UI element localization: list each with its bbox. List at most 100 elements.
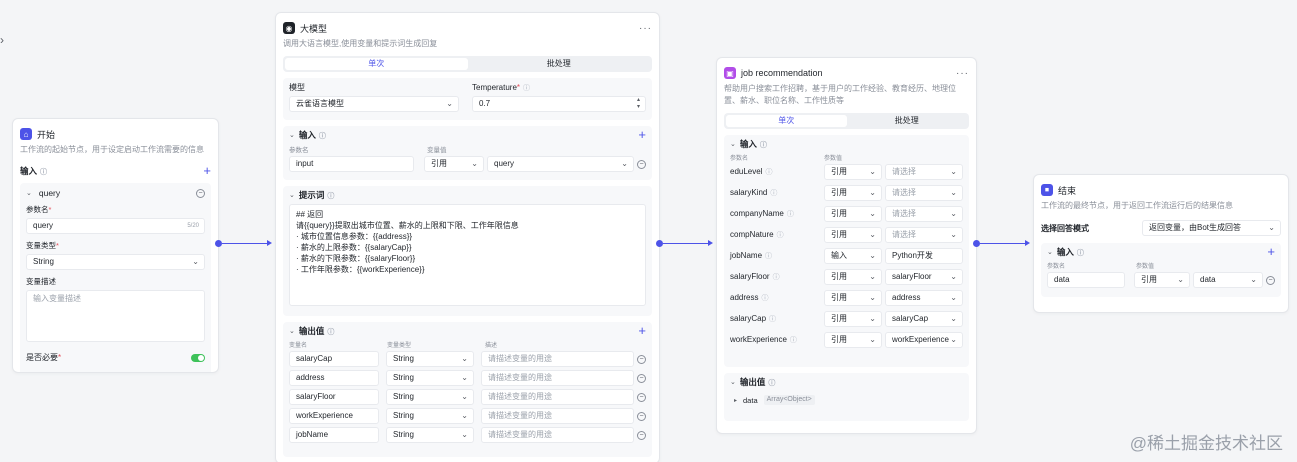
workflow-canvas[interactable]: › ⌂ 开始 工作流的起始节点，用于设定启动工作流需要的信息 输入 ⓘ + ⌄ q… (0, 0, 1297, 462)
chevron-down-icon[interactable]: ⌄ (289, 327, 295, 335)
param-name-input[interactable]: query 5/20 (26, 218, 205, 234)
input-mode-select[interactable]: 引用 ⌄ (824, 332, 882, 348)
output-type-select[interactable]: String ⌄ (386, 370, 474, 386)
input-value-field[interactable]: workExperience ⌄ (885, 332, 963, 348)
input-value-field[interactable]: 请选择 ⌄ (885, 206, 963, 222)
remove-output-button[interactable]: − (637, 411, 646, 421)
type-select[interactable]: String ⌄ (26, 254, 205, 270)
output-type-select[interactable]: String ⌄ (386, 408, 474, 424)
input-value-field[interactable]: Python开发 (885, 248, 963, 264)
output-desc-input[interactable]: 请描述变量的用途 (481, 408, 634, 424)
chevron-right-icon[interactable]: › (0, 33, 10, 47)
chevron-down-icon: ⌄ (869, 272, 876, 281)
chevron-down-icon[interactable]: ⌄ (289, 191, 295, 199)
input-name-field[interactable]: data (1047, 272, 1125, 288)
model-select[interactable]: 云雀语言模型 ⌄ (289, 96, 459, 112)
tab-single[interactable]: 单次 (285, 58, 468, 70)
remove-output-button[interactable]: − (637, 392, 646, 402)
llm-node[interactable]: ◉ 大模型 ··· 调用大语言模型,使用变量和提示词生成回复 单次 批处理 模型… (275, 12, 660, 462)
job-recommendation-node[interactable]: ▣ job recommendation ··· 帮助用户搜索工作招聘，基于用户… (716, 57, 977, 434)
tab-batch[interactable]: 批处理 (468, 58, 651, 70)
add-input-button[interactable]: + (1267, 245, 1275, 258)
node-title: 开始 (37, 129, 56, 140)
output-type-select[interactable]: String ⌄ (386, 389, 474, 405)
mode-select[interactable]: 返回变量，由Bot生成回答 ⌄ (1142, 220, 1281, 236)
edge (663, 243, 709, 244)
input-mode-select[interactable]: 引用 ⌄ (824, 185, 882, 201)
input-mode-select[interactable]: 引用 ⌄ (1134, 272, 1190, 288)
caret-right-icon[interactable]: ▸ (734, 397, 737, 404)
input-mode-select[interactable]: 引用 ⌄ (824, 311, 882, 327)
input-mode-select[interactable]: 引用 ⌄ (424, 156, 484, 172)
input-value-field[interactable]: 请选择 ⌄ (885, 185, 963, 201)
tab-batch[interactable]: 批处理 (847, 115, 968, 127)
output-desc-input[interactable]: 请描述变量的用途 (481, 389, 634, 405)
desc-textarea[interactable]: 输入变量描述 (26, 290, 205, 342)
input-mode-select[interactable]: 引用 ⌄ (824, 164, 882, 180)
chevron-down-icon: ⌄ (1250, 275, 1257, 284)
output-desc-input[interactable]: 请描述变量的用途 (481, 370, 634, 386)
output-type-select[interactable]: String ⌄ (386, 427, 474, 443)
more-icon[interactable]: ··· (956, 68, 969, 79)
prompt-editor[interactable]: ## 返回 请{{query}}提取出城市位置、薪水的上限和下限、工作年限信息 … (289, 204, 646, 306)
remove-output-button[interactable]: − (637, 430, 646, 440)
chevron-down-icon: ⌄ (869, 230, 876, 239)
prompt-line: · 工作年限参数：{{workExperience}} (296, 265, 425, 274)
required-label: 是否必要* (26, 353, 62, 362)
chevron-down-icon: ⌄ (869, 335, 876, 344)
add-input-button[interactable]: + (203, 164, 211, 177)
input-value-field[interactable]: address ⌄ (885, 290, 963, 306)
input-value-select[interactable]: data ⌄ (1193, 272, 1263, 288)
remove-output-button[interactable]: − (637, 354, 646, 364)
input-mode-select[interactable]: 输入 ⌄ (824, 248, 882, 264)
remove-input-button[interactable]: − (637, 159, 646, 169)
chevron-down-icon[interactable]: ⌄ (730, 378, 736, 386)
output-name-field[interactable]: salaryFloor (289, 389, 379, 405)
output-name-field[interactable]: workExperience (289, 408, 379, 424)
remove-output-button[interactable]: − (637, 373, 646, 383)
chevron-down-icon[interactable]: ⌄ (1047, 248, 1053, 256)
output-name-field[interactable]: salaryCap (289, 351, 379, 367)
temperature-input[interactable]: 0.7 ▴ ▾ (472, 95, 646, 112)
add-output-button[interactable]: + (638, 324, 646, 337)
chevron-down-icon[interactable]: ⌄ (26, 189, 32, 197)
more-icon[interactable]: ··· (639, 23, 652, 34)
input-mode-select[interactable]: 引用 ⌄ (824, 269, 882, 285)
input-value-select[interactable]: query ⌄ (487, 156, 634, 172)
output-desc-input[interactable]: 请描述变量的用途 (481, 427, 634, 443)
required-toggle[interactable] (191, 353, 205, 362)
input-name-field[interactable]: input (289, 156, 414, 172)
output-port[interactable] (215, 240, 222, 247)
input-label: 输入 ⓘ (20, 166, 48, 176)
end-node[interactable]: ⏹ 结束 工作流的最终节点，用于返回工作流运行后的结果信息 选择回答模式 返回变… (1033, 174, 1289, 313)
remove-input-button[interactable]: − (1266, 275, 1275, 285)
info-icon: ⓘ (40, 169, 48, 176)
output-port[interactable] (973, 240, 980, 247)
input-mode-select[interactable]: 引用 ⌄ (824, 206, 882, 222)
chevron-down-icon[interactable]: ⌄ (730, 140, 736, 148)
home-icon: ⌂ (20, 128, 32, 140)
output-port[interactable] (656, 240, 663, 247)
input-value-field[interactable]: salaryCap ⌄ (885, 311, 963, 327)
start-node[interactable]: ⌂ 开始 工作流的起始节点，用于设定启动工作流需要的信息 输入 ⓘ + ⌄ que… (12, 118, 219, 373)
chevron-down-icon: ⌄ (471, 159, 478, 168)
remove-param-button[interactable]: − (196, 188, 205, 198)
col-type: 变量类型 (387, 343, 412, 349)
output-type-select[interactable]: String ⌄ (386, 351, 474, 367)
input-value-field[interactable]: 请选择 ⌄ (885, 227, 963, 243)
input-section: ⌄ 输入 ⓘ + 参数名 参数值 data 引用 ⌄ data ⌄ − (1041, 243, 1281, 297)
col-var: 参数值 (824, 156, 843, 162)
input-mode-select[interactable]: 引用 ⌄ (824, 227, 882, 243)
output-name-field[interactable]: address (289, 370, 379, 386)
chevron-down-icon: ⌄ (869, 167, 876, 176)
output-desc-input[interactable]: 请描述变量的用途 (481, 351, 634, 367)
col-name: 变量名 (289, 343, 308, 349)
input-value-field[interactable]: 请选择 ⌄ (885, 164, 963, 180)
input-mode-select[interactable]: 引用 ⌄ (824, 290, 882, 306)
chevron-down-icon[interactable]: ⌄ (289, 131, 295, 139)
input-value-field[interactable]: salaryFloor ⌄ (885, 269, 963, 285)
tab-single[interactable]: 单次 (726, 115, 847, 127)
add-input-button[interactable]: + (638, 128, 646, 141)
prompt-line: · 薪水的下限参数：{{salaryFloor}} (296, 254, 416, 263)
output-name-field[interactable]: jobName (289, 427, 379, 443)
